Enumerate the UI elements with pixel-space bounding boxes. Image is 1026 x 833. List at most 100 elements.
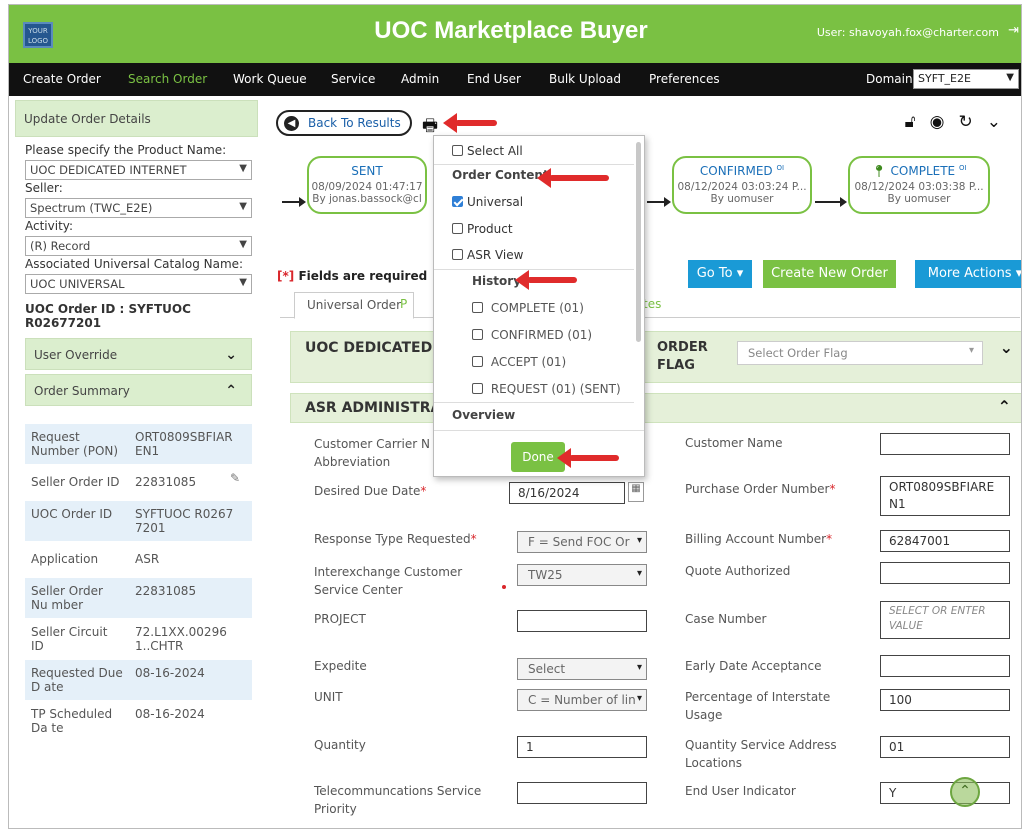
catalog-value: UOC UNIVERSAL (30, 277, 125, 291)
location-pin-icon: 📍︎ (871, 164, 887, 178)
history-accept-option[interactable]: ACCEPT (01) (472, 355, 566, 369)
project-input[interactable] (517, 610, 647, 632)
summary-key: Seller Order Nu mber (31, 584, 103, 612)
response-type-select[interactable]: F = Send FOC Or ▾ (517, 531, 647, 553)
summary-key: Seller Circuit ID (31, 625, 108, 653)
nav-work-queue[interactable]: Work Queue (233, 72, 307, 86)
back-to-results-button[interactable]: ◀ Back To Results (276, 110, 412, 136)
nav-bulk-upload[interactable]: Bulk Upload (549, 72, 621, 86)
icsc-select[interactable]: TW25 ▾ (517, 564, 647, 586)
order-flag-select[interactable]: Select Order Flag ▾ (737, 341, 983, 365)
chevron-down-icon[interactable]: ⌄ (1000, 338, 1013, 357)
po-number-input[interactable]: ORT0809SBFIARE N1 (880, 476, 1010, 516)
domain-label: Domain: (866, 72, 917, 86)
nav-end-user[interactable]: End User (467, 72, 521, 86)
next-input[interactable] (517, 828, 647, 829)
summary-key: Seller Order ID (31, 475, 120, 489)
order-summary-label: Order Summary (34, 384, 130, 398)
history-confirmed-option[interactable]: CONFIRMED (01) (472, 328, 592, 342)
chevron-down-icon: ▾ (636, 662, 642, 673)
user-override-accordion[interactable]: User Override ⌄ (25, 338, 252, 370)
pencil-icon[interactable]: ✎ (230, 471, 240, 485)
summary-value: 08-16-2024 (135, 666, 205, 680)
chevron-up-icon[interactable]: ⌃ (998, 397, 1011, 416)
checkbox[interactable] (472, 329, 483, 340)
customer-name-label: Customer Name (685, 436, 783, 450)
summary-row: UOC Order ID SYFTUOC R0267 7201 (25, 501, 252, 542)
order-tabs: Universal Order P tes (280, 292, 1020, 319)
nav-preferences[interactable]: Preferences (649, 72, 720, 86)
toolbar-icons: 🔓︎◉↻⌄ (905, 112, 1015, 132)
checkbox[interactable] (472, 383, 483, 394)
workflow-arrow (647, 197, 671, 207)
go-to-button[interactable]: Go To ▾ (688, 260, 752, 288)
expedite-select[interactable]: Select ▾ (517, 658, 647, 680)
activity-select[interactable]: (R) Record ▼ (25, 236, 252, 256)
tab-product-fragment[interactable]: P (400, 297, 407, 311)
stage-title-text: CONFIRMED (699, 164, 773, 178)
stage-sent[interactable]: SENT 08/09/2024 01:47:17 By jonas.bassoc… (307, 156, 427, 214)
nav-create-order[interactable]: Create Order (23, 72, 101, 86)
order-summary-accordion[interactable]: Order Summary ⌃ (25, 374, 252, 406)
history-request-option[interactable]: REQUEST (01) (SENT) (472, 382, 621, 396)
expedite-value: Select (528, 662, 566, 676)
catalog-select[interactable]: UOC UNIVERSAL ▼ (25, 274, 252, 294)
tab-universal-order[interactable]: Universal Order (294, 292, 414, 319)
more-actions-button[interactable]: More Actions ▾ (915, 260, 1021, 288)
checkbox[interactable] (452, 145, 463, 156)
tab-notes-fragment[interactable]: tes (643, 297, 661, 311)
customer-name-input[interactable] (880, 433, 1010, 455)
qsal-input[interactable]: 01 (880, 736, 1010, 758)
checkbox-checked[interactable] (452, 196, 463, 207)
early-date-input[interactable] (880, 655, 1010, 677)
scroll-top-button[interactable]: ⌃ (950, 777, 980, 807)
stage-title: 📍︎ COMPLETE OI (850, 164, 988, 178)
nav-search-order[interactable]: Search Order (128, 72, 207, 86)
checkbox[interactable] (472, 356, 483, 367)
required-asterisk: * (826, 532, 833, 546)
piu-input[interactable]: 100 (880, 689, 1010, 711)
scrollbar[interactable] (636, 142, 641, 342)
calendar-icon[interactable]: ▦ (628, 482, 644, 502)
tsp-input[interactable] (517, 782, 647, 804)
asr-view-option[interactable]: ASR View (452, 248, 523, 262)
user-email: User: shavoyah.fox@charter.com (816, 26, 999, 39)
product-select[interactable]: UOC DEDICATED INTERNET ▼ (25, 160, 252, 180)
required-text: Fields are required (298, 269, 428, 283)
summary-value: 08-16-2024 (135, 707, 205, 721)
chevron-down-icon[interactable]: ⌄ (987, 112, 1015, 132)
stage-confirmed[interactable]: CONFIRMED OI 08/12/2024 03:03:24 P... By… (672, 156, 812, 214)
tsp-label: Telecommuncations Service Priority (314, 784, 482, 816)
unit-select[interactable]: C = Number of lin ▾ (517, 689, 647, 711)
app-window: YOUR LOGO UOC Marketplace Buyer User: sh… (8, 4, 1022, 829)
nav-service[interactable]: Service (331, 72, 375, 86)
create-new-order-button[interactable]: Create New Order (763, 260, 896, 288)
nav-admin[interactable]: Admin (401, 72, 439, 86)
product-option[interactable]: Product (452, 222, 513, 236)
checkbox[interactable] (472, 302, 483, 313)
unlock-icon[interactable]: 🔓︎ (905, 112, 930, 132)
history-complete-option[interactable]: COMPLETE (01) (472, 301, 584, 315)
next-input-right[interactable] (880, 828, 1010, 829)
universal-label: Universal (467, 195, 524, 209)
stage-complete[interactable]: 📍︎ COMPLETE OI 08/12/2024 03:03:38 P... … (848, 156, 990, 214)
ban-input[interactable]: 62847001 (880, 530, 1010, 552)
quantity-input[interactable]: 1 (517, 736, 647, 758)
uoc-order-id: UOC Order ID : SYFTUOC R02677201 (25, 302, 191, 330)
quote-input[interactable] (880, 562, 1010, 584)
seller-select[interactable]: Spectrum (TWC_E2E) ▼ (25, 198, 252, 218)
eye-icon[interactable]: ◉ (930, 112, 959, 132)
order-summary-table: Request Number (PON) ORT0809SBFIAR EN1 Se… (25, 410, 252, 742)
eui-input[interactable]: Y (880, 782, 1010, 804)
checkbox[interactable] (452, 223, 463, 234)
checkbox[interactable] (452, 249, 463, 260)
logout-icon[interactable]: ⇥ (1008, 23, 1019, 38)
ban-text: Billing Account Number (685, 532, 827, 546)
universal-option[interactable]: Universal (452, 195, 523, 209)
activity-label: Activity: (25, 219, 74, 233)
select-all-option[interactable]: Select All (452, 144, 523, 158)
domain-select[interactable]: SYFT_E2E ▼ (913, 69, 1019, 89)
case-number-input[interactable]: SELECT OR ENTER VALUE (880, 601, 1010, 639)
desired-due-input[interactable]: 8/16/2024 (509, 482, 625, 504)
refresh-icon[interactable]: ↻ (959, 112, 987, 132)
